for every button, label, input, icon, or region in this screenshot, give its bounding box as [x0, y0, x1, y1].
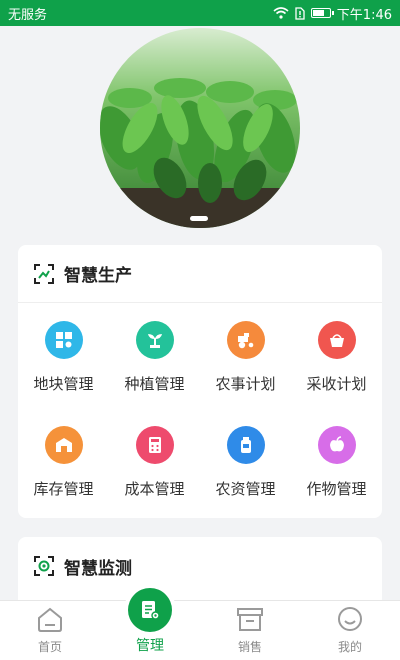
- menu-harvest-plan[interactable]: 采收计划: [291, 317, 382, 422]
- menu-inventory-management[interactable]: 库存管理: [18, 422, 109, 527]
- wifi-icon: [273, 7, 289, 19]
- menu-farming-plan[interactable]: 农事计划: [200, 317, 291, 422]
- smart-monitoring-title: 智慧监测: [64, 558, 132, 579]
- supplies-bottle-icon: [226, 426, 265, 464]
- seedling-icon: [135, 321, 174, 359]
- menu-label: 农资管理: [215, 480, 276, 498]
- menu-label: 采收计划: [306, 375, 367, 393]
- plot-grid-icon: [44, 321, 83, 359]
- store-icon: [237, 608, 263, 631]
- menu-label: 作物管理: [306, 480, 367, 498]
- tab-label: 销售: [237, 640, 262, 654]
- clock-text: 下午1:46: [336, 7, 392, 23]
- battery-icon: [310, 8, 334, 18]
- menu-supplies-management[interactable]: 农资管理: [200, 422, 291, 527]
- menu-label: 地块管理: [33, 375, 94, 393]
- tab-sales[interactable]: 销售: [200, 601, 300, 660]
- profile-smile-icon: [338, 607, 362, 631]
- menu-label: 库存管理: [33, 480, 94, 498]
- management-center-button[interactable]: [128, 588, 172, 632]
- menu-plot-management[interactable]: 地块管理: [18, 317, 109, 422]
- tab-label: 我的: [337, 640, 362, 654]
- home-icon: [38, 607, 62, 632]
- tractor-icon: [226, 321, 265, 359]
- sim-alert-icon: [295, 6, 305, 20]
- status-bar: 无服务 下午1:46: [0, 0, 400, 26]
- menu-label: 成本管理: [124, 480, 185, 498]
- bottom-tab-bar: 首页 管理 销售 我的: [0, 600, 400, 660]
- menu-crop-management[interactable]: 作物管理: [291, 422, 382, 527]
- tab-home[interactable]: 首页: [0, 601, 100, 660]
- smart-monitoring-card: 智慧监测: [18, 537, 382, 607]
- cost-calculator-icon: [135, 426, 174, 464]
- production-scan-icon: [34, 263, 54, 284]
- smart-production-card: 智慧生产 地块管理 种植管理 农事计划 采收计划 库存管理 成本管理 农资管理 …: [18, 245, 382, 518]
- smart-monitoring-header: 智慧监测: [18, 537, 382, 595]
- hero-crop-image: [100, 28, 300, 228]
- menu-label: 农事计划: [215, 375, 276, 393]
- carrier-text: 无服务: [8, 7, 48, 23]
- tab-label: 管理: [136, 638, 164, 654]
- carousel-indicator[interactable]: [190, 216, 208, 221]
- menu-planting-management[interactable]: 种植管理: [109, 317, 200, 422]
- menu-cost-management[interactable]: 成本管理: [109, 422, 200, 527]
- harvest-basket-icon: [317, 321, 356, 359]
- tab-mine[interactable]: 我的: [300, 601, 400, 660]
- monitoring-camera-icon: [34, 556, 54, 576]
- production-menu-grid: 地块管理 种植管理 农事计划 采收计划 库存管理 成本管理 农资管理 作物管理: [18, 303, 382, 527]
- tab-label: 首页: [37, 640, 62, 654]
- menu-label: 种植管理: [124, 375, 185, 393]
- crop-apple-icon: [317, 426, 356, 464]
- smart-production-title: 智慧生产: [64, 266, 132, 286]
- management-doc-icon: [142, 601, 160, 620]
- warehouse-icon: [44, 426, 83, 464]
- smart-production-header: 智慧生产: [18, 245, 382, 303]
